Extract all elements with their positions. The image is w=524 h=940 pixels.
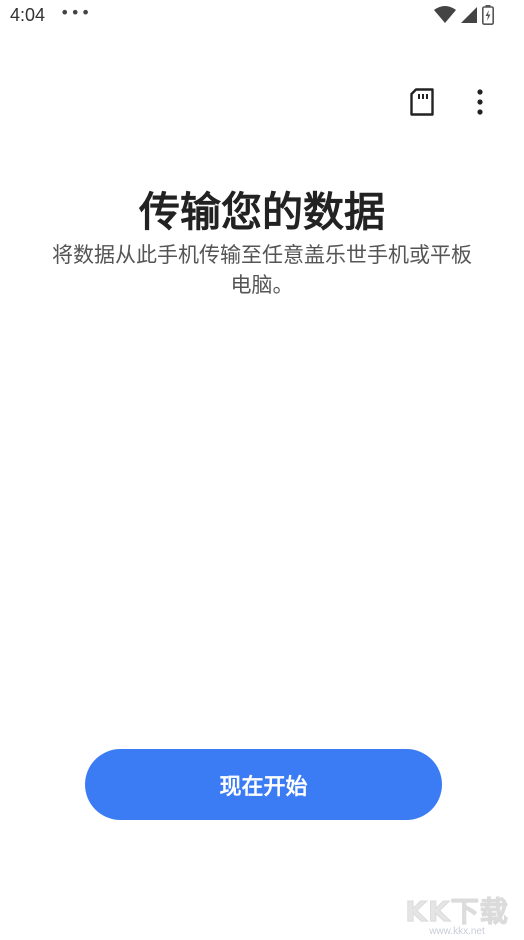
- watermark-logo: KK下载: [405, 894, 509, 928]
- battery-charging-icon: [482, 5, 494, 29]
- watermark-url: www.kkx.net: [429, 925, 485, 937]
- top-actions: [406, 88, 496, 120]
- status-dots: •••: [60, 3, 92, 22]
- status-icons: [434, 5, 494, 29]
- status-bar: 4:04 •••: [0, 0, 524, 32]
- sd-card-icon: [409, 88, 435, 120]
- wifi-icon: [434, 6, 456, 28]
- cell-signal-icon: [460, 6, 478, 28]
- watermark: KK下载 www.kkx.net: [398, 890, 516, 937]
- start-now-button[interactable]: 现在开始: [85, 749, 442, 820]
- more-vert-icon: [476, 89, 484, 119]
- more-options-button[interactable]: [464, 88, 496, 120]
- sd-card-button[interactable]: [406, 88, 438, 120]
- screen: 4:04 ••• 传输您的数据 将数据从此手机传输至任意盖乐世手机或平板电脑。 …: [0, 0, 524, 940]
- page-title: 传输您的数据: [139, 188, 385, 236]
- page-subtitle: 将数据从此手机传输至任意盖乐世手机或平板电脑。: [52, 243, 472, 297]
- status-time: 4:04: [10, 5, 46, 25]
